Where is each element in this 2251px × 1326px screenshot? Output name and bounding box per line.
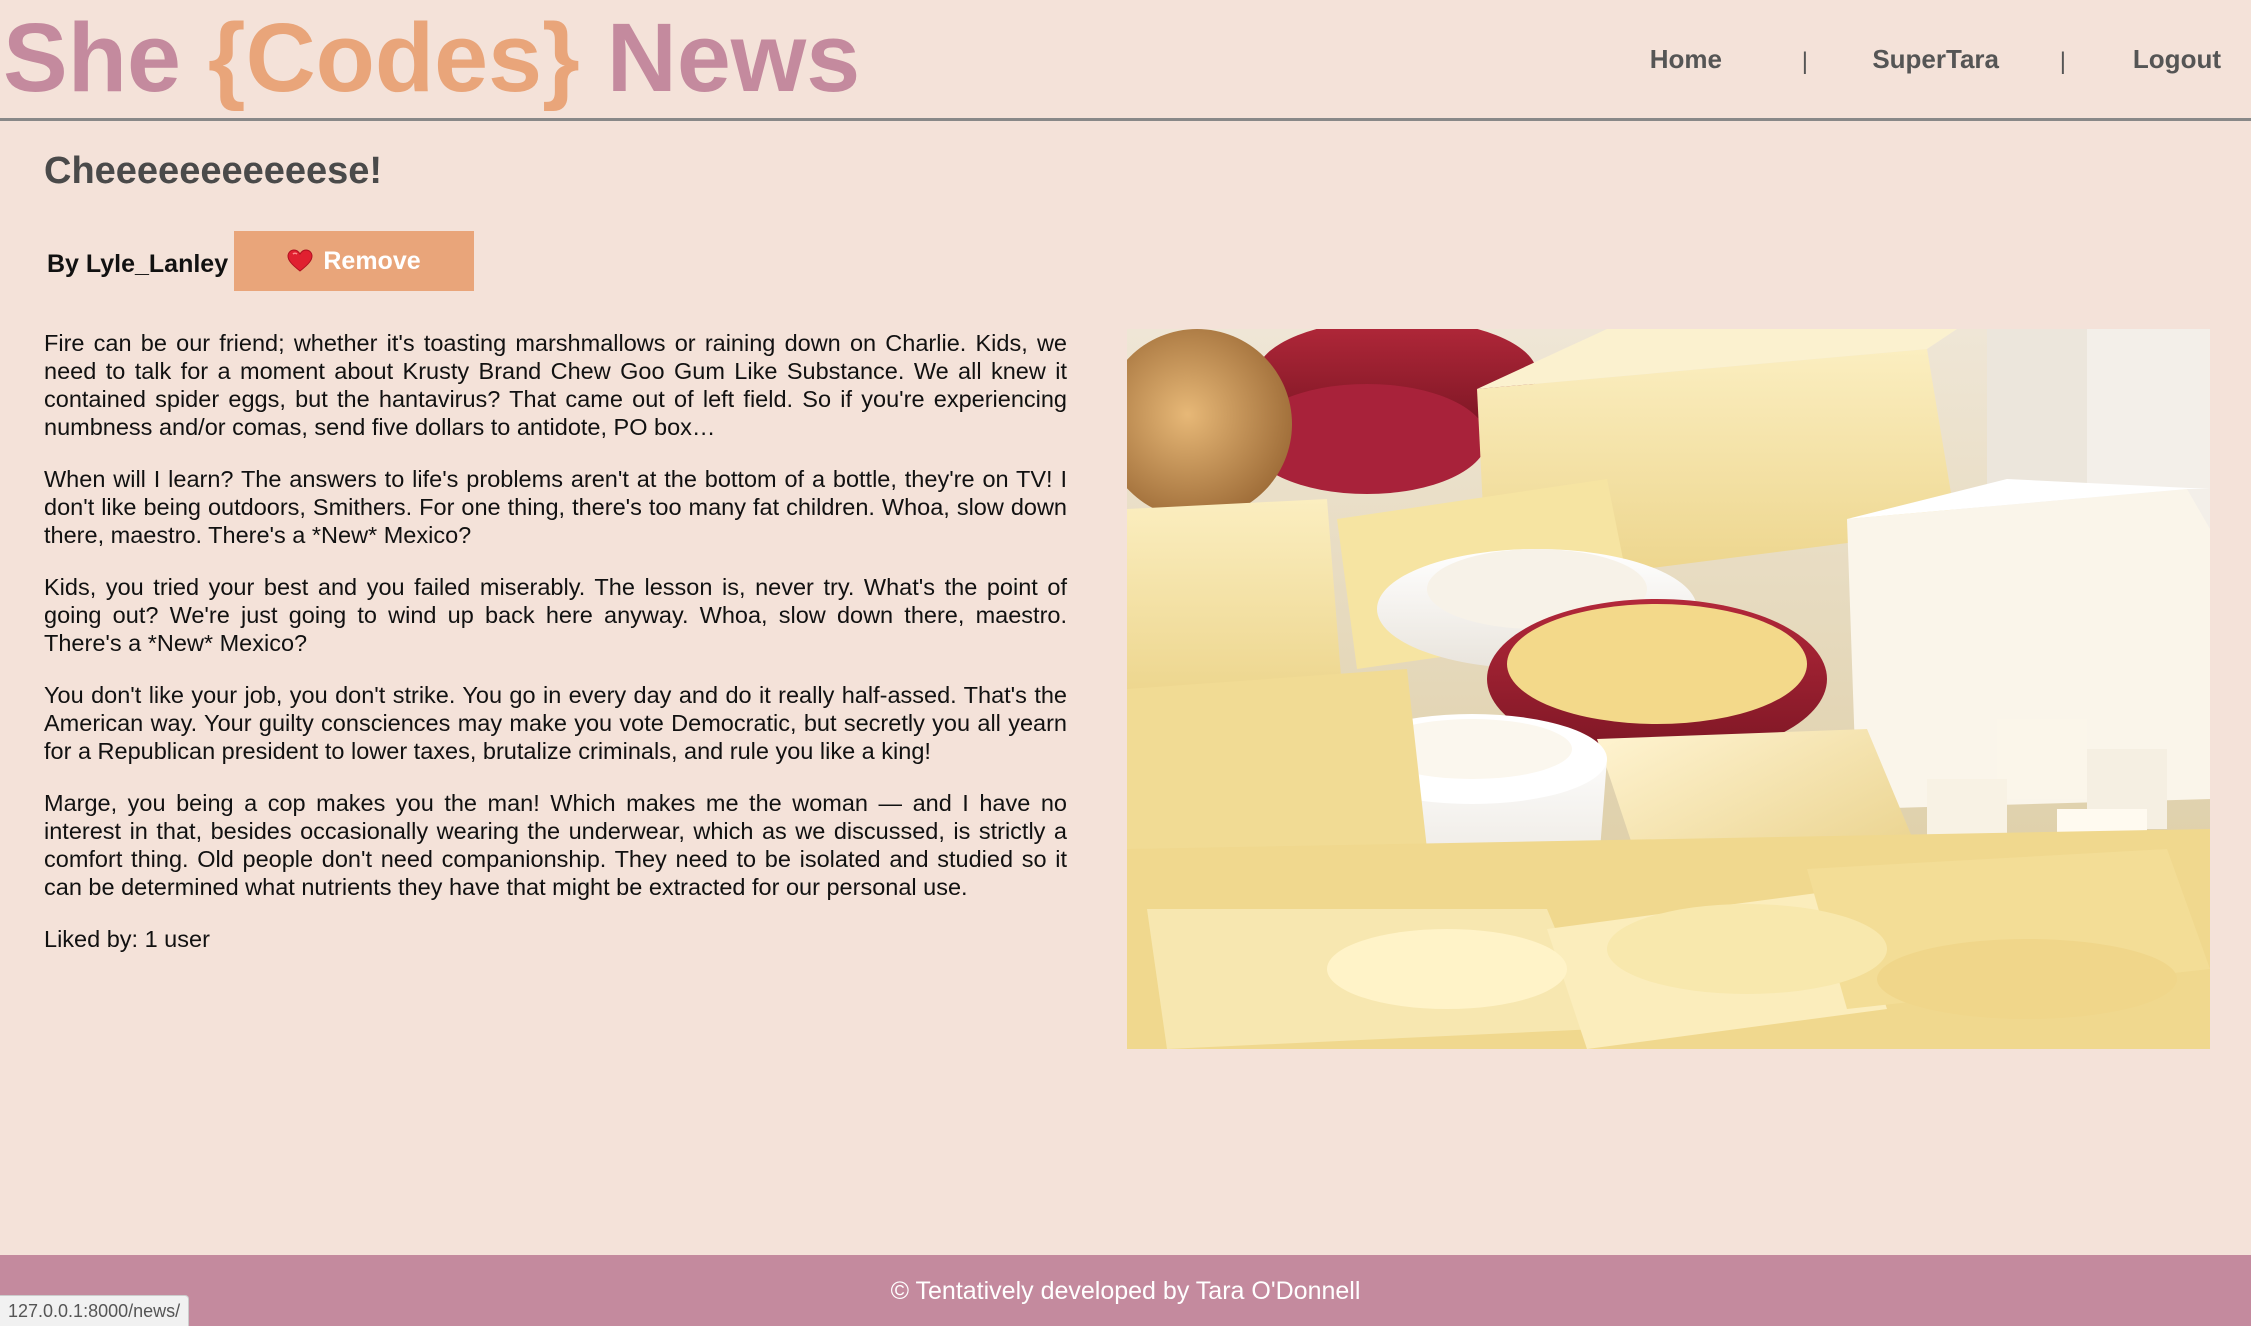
article-paragraph: Fire can be our friend; whether it's toa…: [44, 330, 1067, 440]
nav-user-link[interactable]: SuperTara: [1872, 44, 1999, 75]
footer-credit: © Tentatively developed by Tara O'Donnel…: [890, 1277, 1361, 1305]
site-header: She {Codes} News Home | SuperTara | Logo…: [0, 0, 2251, 121]
brand-word-she: She: [3, 3, 181, 112]
liked-by-count: Liked by: 1 user: [44, 926, 210, 952]
page: She {Codes} News Home | SuperTara | Logo…: [0, 0, 2251, 1326]
nav-separator: |: [2059, 48, 2066, 75]
remove-like-label: Remove: [323, 246, 421, 275]
site-footer: © Tentatively developed by Tara O'Donnel…: [0, 1255, 2251, 1326]
article-paragraph: You don't like your job, you don't strik…: [44, 682, 1067, 764]
heart-icon: [287, 249, 313, 273]
brand-word-codes: {Codes}: [207, 3, 580, 112]
article-paragraph: When will I learn? The answers to life's…: [44, 466, 1067, 548]
nav-home-link[interactable]: Home: [1650, 44, 1722, 75]
article-title: Cheeeeeeeeeeese!: [44, 150, 383, 192]
browser-status-url: 127.0.0.1:8000/news/: [0, 1295, 190, 1326]
article-author: By Lyle_Lanley: [47, 250, 229, 278]
article-paragraph: Kids, you tried your best and you failed…: [44, 574, 1067, 656]
article-image: [1127, 329, 2210, 1049]
brand-word-news: News: [606, 3, 861, 112]
remove-like-button[interactable]: Remove: [234, 231, 474, 291]
article-paragraph: Marge, you being a cop makes you the man…: [44, 790, 1067, 900]
nav-separator: |: [1801, 48, 1808, 75]
site-logo[interactable]: She {Codes} News: [3, 2, 860, 114]
article-body: Fire can be our friend; whether it's toa…: [44, 329, 1067, 925]
nav-logout-link[interactable]: Logout: [2133, 44, 2221, 75]
